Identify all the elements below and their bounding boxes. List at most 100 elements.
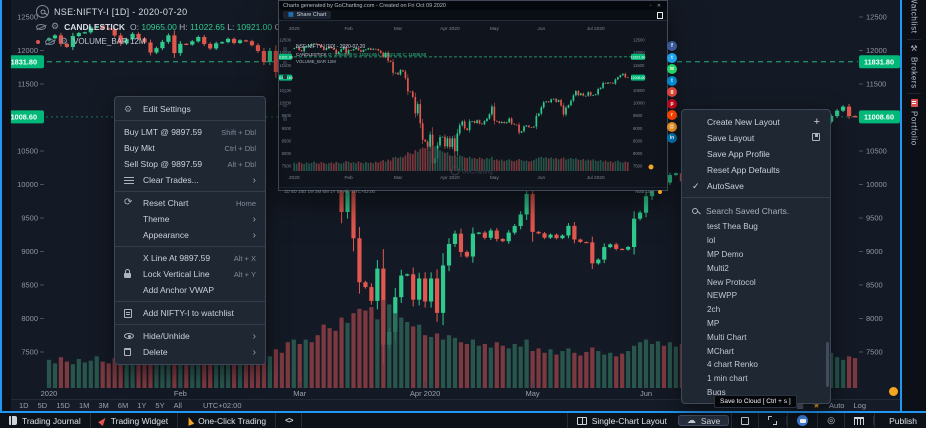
share-social-button-7[interactable]: @ [667,122,677,132]
publish-button[interactable]: Publish [874,413,926,428]
preview-tab-share-chart[interactable]: ▦ Share Chart [283,11,331,19]
one-click-trading-button[interactable]: One-Click Trading [178,413,276,428]
saved-chart-mchart[interactable]: MChart [682,344,830,358]
svg-text:7500: 7500 [282,164,292,169]
timeframe-1d[interactable]: 1D [19,401,29,410]
menu-item-x-line-at-9897-59[interactable]: X Line At 9897.59Alt + X [115,250,265,266]
preview-tabbar: ▦ Share Chart [279,10,667,21]
saved-chart-lol[interactable]: lol [682,234,830,248]
ohlc-key: H: [177,22,190,32]
saved-chart-4-chart-renko[interactable]: 4 chart Renko [682,358,830,372]
menu-scrollbar[interactable] [826,342,829,387]
svg-text:11831.80: 11831.80 [279,55,293,59]
timeframe-5y[interactable]: 5Y [155,401,164,410]
share-social-button-4[interactable]: g [667,87,677,97]
menu-shortcut: Ctrl + Dbl [225,144,256,153]
preview-ranges: 1D 5D 15D 1M 3M 6M 1Y 5Y All UTC+02:00 [284,189,375,194]
svg-text:VOLUME_BAR 12M: VOLUME_BAR 12M [296,59,336,64]
expand-button[interactable] [758,413,786,428]
menu-item-theme[interactable]: Theme› [115,211,265,227]
svg-text:Feb: Feb [344,26,353,32]
square-button[interactable] [731,413,758,428]
menu-item-appearance[interactable]: Appearance› [115,227,265,243]
save-button[interactable]: ☁Save [678,415,729,426]
preview-title: Charts generated by GoCharting.com - Cre… [283,3,446,9]
svg-text:10500: 10500 [633,88,645,93]
drawing-toolbar-collapsed[interactable] [2,0,11,412]
menu-item-create-new-layout[interactable]: Create New Layout+ [682,114,830,130]
menu-divider [115,301,265,302]
bank-button[interactable] [844,413,873,428]
series-settings-gear-icon[interactable]: ⚙ [51,22,59,31]
menu-item-sell-stop-9897-59[interactable]: Sell Stop @ 9897.59Alt + Dbl [115,156,265,172]
menu-item-reset-chart[interactable]: ⟳Reset ChartHome [115,195,265,211]
timeframe-6m[interactable]: 6M [118,401,128,410]
share-social-button-0[interactable]: f [667,41,677,51]
menu-item-buy-mkt[interactable]: Buy MktCtrl + Dbl [115,140,265,156]
camera-button[interactable] [787,413,817,428]
menu-item-label: Buy LMT @ 9897.59 [124,127,221,137]
menu-item-label: Save Layout [707,133,812,143]
tab-portfolio-label: Portfolio [910,111,919,146]
auto-scale-toggle[interactable]: Auto [829,401,844,410]
saved-chart-test-thea-bug[interactable]: test Thea Bug [682,220,830,234]
copy-chart-icon[interactable] [657,12,663,19]
tab-portfolio[interactable]: Portfolio [910,94,919,151]
timeframe-all[interactable]: All [174,401,182,410]
menu-item-buy-lmt-9897-59[interactable]: Buy LMT @ 9897.59Shift + Dbl [115,124,265,140]
symbol-search-icon[interactable] [36,5,49,18]
share-social-button-8[interactable]: in [667,133,677,143]
timeframe-5d[interactable]: 5D [38,401,48,410]
preview-window-controls[interactable]: ▫ ✕ [650,3,663,9]
timeframe-3m[interactable]: 3M [98,401,108,410]
menu-item-delete[interactable]: Delete› [115,344,265,360]
hide-volume-icon[interactable] [45,39,55,45]
hide-series-icon[interactable] [36,24,46,30]
log-scale-toggle[interactable]: Log [853,401,866,410]
saved-chart-multi2[interactable]: Multi2 [682,261,830,275]
target-button[interactable]: ◎ [817,413,844,428]
tab-brokers[interactable]: ⚒ Brokers [910,40,919,94]
menu-item-lock-vertical-line[interactable]: Lock Vertical LineAlt + Y [115,266,265,282]
submenu-arrow-icon: › [253,331,256,342]
menu-item-edit-settings[interactable]: ⚙Edit Settings [115,101,265,117]
volume-settings-gear-icon[interactable]: ⚙ [60,37,68,46]
alert-dot-icon [36,40,40,44]
trading-widget-button[interactable]: Trading Widget [91,413,178,428]
menu-item-save-app-profile[interactable]: Save App Profile [682,146,830,162]
tab-watchlist[interactable]: Watchlist [910,0,919,39]
saved-chart-1-min-chart[interactable]: 1 min chart [682,372,830,386]
button-label: Trading Journal [22,416,81,426]
trading-journal-button[interactable]: Trading Journal [0,413,91,428]
menu-item-clear-trades[interactable]: Clear Trades...› [115,172,265,188]
share-social-button-2[interactable]: w [667,64,677,74]
share-social-button-5[interactable]: p [667,99,677,109]
menu-item-autosave[interactable]: ✓AutoSave [682,178,830,194]
code-button[interactable]: <> [276,413,302,428]
menu-item-reset-app-defaults[interactable]: Reset App Defaults [682,162,830,178]
symbol-title[interactable]: NSE:NIFTY-I [1D] - 2020-07-20 [54,7,187,17]
share-social-button-1[interactable]: t [667,53,677,63]
timeframe-1y[interactable]: 1Y [137,401,146,410]
menu-item-add-anchor-vwap[interactable]: Add Anchor VWAP [115,282,265,298]
svg-text:10000: 10000 [633,101,645,106]
menu-lead-slot: ✓ [692,181,707,191]
saved-chart-mp[interactable]: MP [682,317,830,331]
menu-item-add-nifty-i-to-watchlist[interactable]: Add NIFTY-I to watchlist [115,305,265,321]
share-social-button-3[interactable]: t [667,76,677,86]
hand-icon [186,416,194,426]
saved-chart-mp-demo[interactable]: MP Demo [682,248,830,262]
saved-chart-newpp[interactable]: NEWPP [682,289,830,303]
saved-chart-2ch[interactable]: 2ch [682,303,830,317]
saved-chart-new-protocol[interactable]: New Protocol [682,275,830,289]
menu-item-save-layout[interactable]: Save Layout [682,130,830,146]
preview-titlebar[interactable]: Charts generated by GoCharting.com - Cre… [279,1,667,10]
timezone-label[interactable]: UTC+02:00 [203,401,242,410]
search-saved-charts[interactable]: Search Saved Charts. [682,201,830,220]
timeframe-1m[interactable]: 1M [79,401,89,410]
saved-chart-multi-chart[interactable]: Multi Chart [682,330,830,344]
share-social-button-6[interactable]: r [667,110,677,120]
single-chart-layout-button[interactable]: Single-Chart Layout [567,413,676,428]
timeframe-15d[interactable]: 15D [56,401,70,410]
menu-item-hide-unhide[interactable]: Hide/Unhide› [115,328,265,344]
